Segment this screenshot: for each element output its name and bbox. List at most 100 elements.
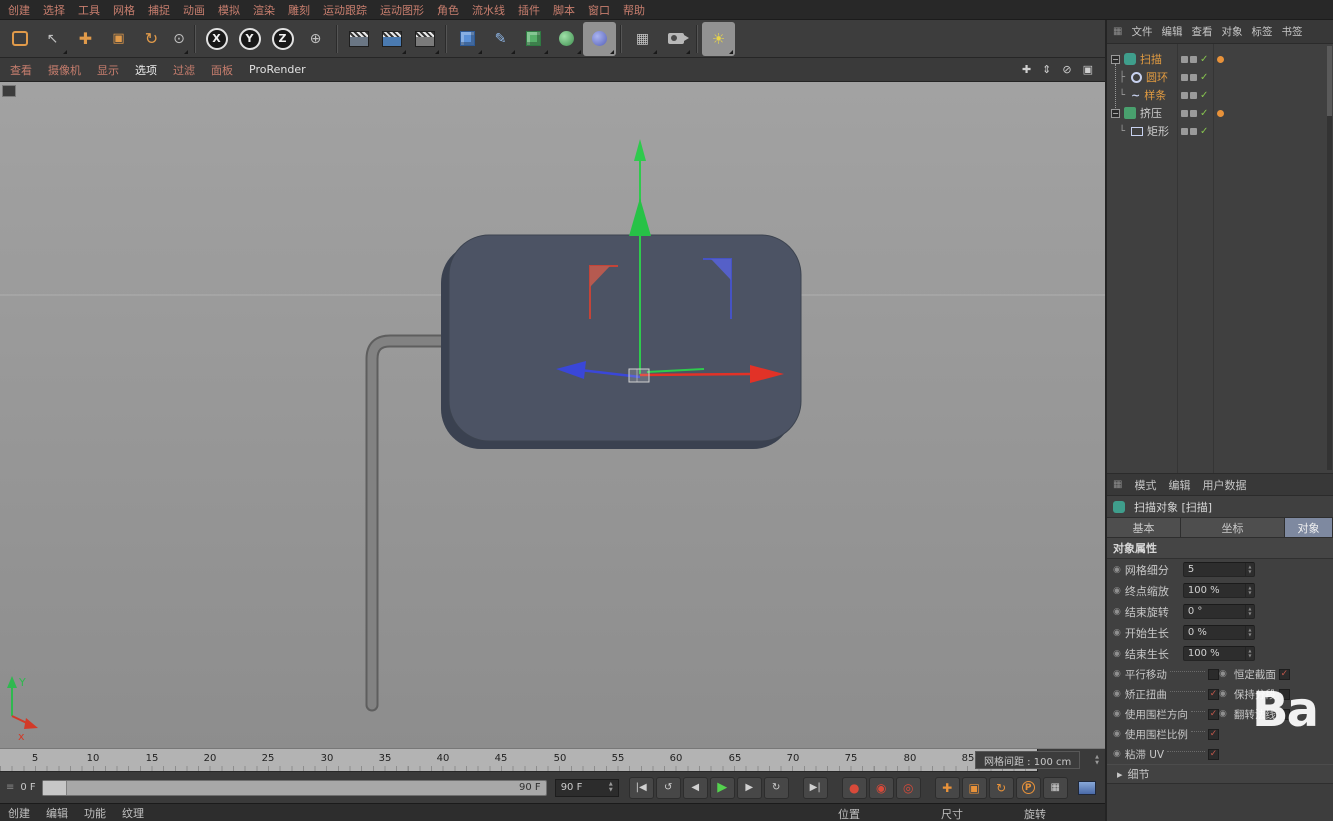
tree-row-ring[interactable]: ├ 圆环 ✓ — [1107, 68, 1333, 86]
stepper-icon[interactable]: ▲▼ — [1095, 755, 1099, 766]
param-circle-icon[interactable]: ◉ — [1113, 586, 1121, 596]
render-settings-button[interactable] — [408, 22, 441, 56]
om-menu-item[interactable]: 对象 — [1221, 24, 1242, 39]
material-menu-item[interactable]: 编辑 — [46, 805, 68, 821]
param-circle-icon[interactable]: ◉ — [1113, 709, 1121, 719]
om-menu-item[interactable]: 文件 — [1131, 24, 1152, 39]
menubar-item[interactable]: 插件 — [518, 2, 540, 18]
stepper-icon[interactable]: ▲▼ — [1245, 605, 1254, 618]
orbit-view-icon[interactable]: ⊘ — [1062, 63, 1071, 76]
add-primitive-button[interactable] — [451, 22, 484, 56]
menubar-item[interactable]: 渲染 — [253, 2, 275, 18]
tree-row-sweep[interactable]: − 扫描 ✓ — [1107, 50, 1333, 68]
editor-visibility-dot[interactable] — [1181, 74, 1188, 81]
gizmo-x-axis[interactable] — [640, 374, 752, 375]
object-label[interactable]: 圆环 — [1146, 69, 1168, 85]
deformer-button[interactable] — [583, 22, 616, 56]
scale-tool-button[interactable]: ▣ — [102, 22, 135, 56]
play-backwards-button[interactable]: ↺ — [656, 777, 681, 799]
editor-visibility-dot[interactable] — [1181, 110, 1188, 117]
viewport-menu-item-prorender[interactable]: ProRender — [249, 63, 306, 76]
param-circle-icon[interactable]: ◉ — [1113, 729, 1121, 739]
selection-tool-button[interactable] — [3, 22, 36, 56]
param-input[interactable]: 0 % ▲▼ — [1183, 625, 1255, 640]
render-view-button[interactable] — [342, 22, 375, 56]
param-circle-icon[interactable]: ◉ — [1113, 649, 1121, 659]
lock-y-axis-button[interactable]: Y — [233, 22, 266, 56]
editor-visibility-dot[interactable] — [1181, 56, 1188, 63]
render-picture-viewer-button[interactable] — [375, 22, 408, 56]
rotate-tool-button[interactable]: ↻ — [135, 22, 168, 56]
param-circle-icon[interactable]: ◉ — [1113, 749, 1121, 759]
menubar-item[interactable]: 创建 — [8, 2, 30, 18]
autokey-button[interactable]: ◉ — [869, 777, 894, 799]
stepper-icon[interactable]: ▲▼ — [1245, 584, 1254, 597]
om-menu-item[interactable]: 标签 — [1251, 24, 1272, 39]
material-menu-item[interactable]: 功能 — [84, 805, 106, 821]
om-menu-item[interactable]: 查看 — [1191, 24, 1212, 39]
param-circle-icon[interactable]: ◉ — [1219, 709, 1227, 719]
timeline-window-button[interactable] — [1078, 781, 1096, 795]
stepper-icon[interactable]: ▲▼ — [1245, 626, 1254, 639]
render-visibility-dot[interactable] — [1190, 74, 1197, 81]
camera-button[interactable] — [659, 22, 692, 56]
editor-visibility-dot[interactable] — [1181, 92, 1188, 99]
enable-check-icon[interactable]: ✓ — [1200, 90, 1208, 101]
checkbox[interactable]: ✓ — [1208, 749, 1219, 760]
generator-state-dot[interactable] — [1217, 110, 1224, 117]
maximize-view-icon[interactable]: ▣ — [1083, 63, 1093, 76]
menubar-item[interactable]: 流水线 — [472, 2, 505, 18]
enable-check-icon[interactable]: ✓ — [1200, 108, 1208, 119]
circle-spline-icon[interactable] — [1131, 72, 1142, 83]
collapse-icon[interactable]: − — [1111, 109, 1120, 118]
dolly-view-icon[interactable]: ⇕ — [1042, 63, 1051, 76]
last-tool-button[interactable]: ⊙ — [168, 22, 190, 56]
play-button[interactable]: ▶ — [710, 777, 735, 799]
menubar-item[interactable]: 运动跟踪 — [323, 2, 367, 18]
render-visibility-dot[interactable] — [1190, 56, 1197, 63]
tab-basic[interactable]: 基本 — [1107, 518, 1181, 537]
stepper-icon[interactable]: ▲▼ — [1245, 563, 1254, 576]
key-pla-button[interactable]: ▦ — [1043, 777, 1068, 799]
tree-scrollbar-thumb[interactable] — [1327, 46, 1332, 116]
next-frame-button[interactable]: ▶ — [737, 777, 762, 799]
viewport-menu-item[interactable]: 选项 — [135, 62, 157, 78]
stepper-icon[interactable]: ▲▼ — [1245, 647, 1254, 660]
param-circle-icon[interactable]: ◉ — [1113, 689, 1121, 699]
timeline-ruler[interactable]: 5 10 15 20 25 30 35 40 45 50 55 60 65 70… — [0, 748, 1105, 771]
viewport-menu-item[interactable]: 显示 — [97, 62, 119, 78]
panel-handle-icon[interactable]: ▦ — [1113, 26, 1122, 37]
editor-visibility-dot[interactable] — [1181, 128, 1188, 135]
goto-end-button[interactable]: ▶| — [803, 777, 828, 799]
am-menu-item[interactable]: 编辑 — [1168, 477, 1190, 493]
key-parameter-button[interactable]: P — [1016, 777, 1041, 799]
panel-handle-icon[interactable]: ▦ — [1113, 479, 1122, 490]
param-input[interactable]: 100 % ▲▼ — [1183, 583, 1255, 598]
menubar-item[interactable]: 选择 — [43, 2, 65, 18]
menubar-item[interactable]: 脚本 — [553, 2, 575, 18]
menubar-item[interactable]: 角色 — [437, 2, 459, 18]
tree-scrollbar[interactable] — [1327, 46, 1332, 470]
render-visibility-dot[interactable] — [1190, 92, 1197, 99]
am-menu-item[interactable]: 用户数据 — [1202, 477, 1246, 493]
enable-check-icon[interactable]: ✓ — [1200, 72, 1208, 83]
render-visibility-dot[interactable] — [1190, 128, 1197, 135]
gizmo-y-arrowhead-large[interactable] — [629, 198, 651, 236]
viewport-menu-item[interactable]: 面板 — [211, 62, 233, 78]
material-menu-item[interactable]: 创建 — [8, 805, 30, 821]
previous-frame-button[interactable]: ◀ — [683, 777, 708, 799]
object-label[interactable]: 扫描 — [1140, 51, 1162, 67]
timeline-playhead[interactable] — [43, 781, 67, 795]
menubar-item[interactable]: 模拟 — [218, 2, 240, 18]
stepper-icon[interactable]: ▲▼ — [609, 782, 613, 793]
checkbox[interactable]: ✓ — [1279, 669, 1290, 680]
om-menu-item[interactable]: 书签 — [1281, 24, 1302, 39]
keyframe-selection-button[interactable]: ◎ — [896, 777, 921, 799]
sign-plate[interactable] — [441, 235, 801, 449]
goto-start-button[interactable]: |◀ — [629, 777, 654, 799]
key-position-button[interactable]: ✚ — [935, 777, 960, 799]
object-label[interactable]: 挤压 — [1140, 105, 1162, 121]
checkbox[interactable]: ✓ — [1208, 709, 1219, 720]
record-objects-button[interactable]: ● — [842, 777, 867, 799]
sweep-object-icon[interactable] — [1124, 53, 1136, 65]
